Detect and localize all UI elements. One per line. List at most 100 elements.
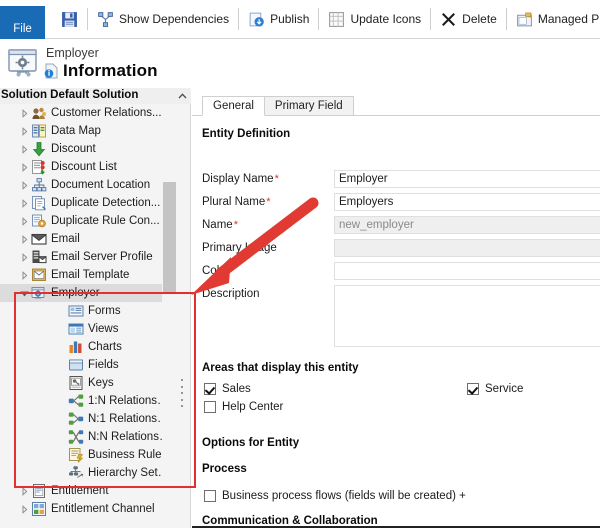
name-label: Name*: [202, 219, 238, 231]
publish-label: Publish: [270, 12, 310, 26]
description-textarea[interactable]: [334, 285, 600, 347]
hierarchy-settings-icon: [68, 465, 84, 481]
tree-item-entitlement-channel[interactable]: Entitlement Channel: [0, 500, 176, 518]
checkbox-sales[interactable]: Sales: [204, 383, 251, 395]
entity-window-icon: [8, 48, 39, 77]
tree-item-label: Email Server Profile: [51, 251, 153, 263]
form-tabstrip: General Primary Field: [192, 95, 600, 116]
many-to-one-icon: [68, 411, 84, 427]
expand-arrow-icon[interactable]: [17, 289, 31, 298]
collapse-arrow-icon[interactable]: [17, 126, 31, 136]
delete-label: Delete: [462, 12, 497, 26]
checkbox-service[interactable]: Service: [467, 383, 523, 395]
tree-item-label: Duplicate Rule Con...: [51, 215, 160, 227]
tree-item-hierarchy-setti[interactable]: Hierarchy Setti...: [0, 464, 176, 482]
show-dependencies-button[interactable]: Show Dependencies: [88, 0, 238, 39]
collapse-arrow-icon[interactable]: [17, 252, 31, 262]
help-center-checkbox[interactable]: [204, 401, 216, 413]
tree-item-label: 1:N Relationships: [88, 395, 172, 407]
display-name-input[interactable]: Employer: [334, 170, 600, 188]
collapse-arrow-icon[interactable]: [17, 162, 31, 172]
update-icons-button[interactable]: Update Icons: [319, 0, 430, 39]
sales-checkbox[interactable]: [204, 383, 216, 395]
tree-item-duplicate-detection[interactable]: Duplicate Detection...: [0, 194, 176, 212]
tab-primary-field[interactable]: Primary Field: [263, 96, 354, 116]
tree-item-n-1-relationships[interactable]: N:1 Relationships: [0, 410, 176, 428]
collapse-arrow-icon[interactable]: [17, 270, 31, 280]
save-button[interactable]: [45, 0, 87, 39]
required-asterisk: *: [266, 196, 271, 208]
file-tab[interactable]: File: [0, 5, 45, 39]
plural-name-input[interactable]: Employers: [334, 193, 600, 211]
collapse-arrow-icon[interactable]: [17, 180, 31, 190]
collapse-arrow-icon[interactable]: [17, 234, 31, 244]
tree-item-label: Email Template: [51, 269, 130, 281]
tree-item-customer-relations[interactable]: Customer Relations...: [0, 104, 176, 122]
document-location-icon: [31, 177, 47, 193]
tree-item-data-map[interactable]: Data Map: [0, 122, 176, 140]
color-label: Color: [202, 265, 230, 277]
collapse-arrow-icon[interactable]: [17, 486, 31, 496]
checkbox-help-center[interactable]: Help Center: [204, 401, 283, 413]
tree-item-label: Document Location: [51, 179, 151, 191]
tree-item-email-server-profile[interactable]: Email Server Profile: [0, 248, 176, 266]
collapse-arrow-icon[interactable]: [17, 198, 31, 208]
publish-icon: [248, 11, 265, 28]
help-center-label: Help Center: [222, 401, 284, 413]
primary-image-select[interactable]: [334, 239, 600, 257]
collapse-arrow-icon[interactable]: [17, 504, 31, 514]
managed-properties-button[interactable]: Managed Pro: [507, 0, 600, 39]
tree-item-keys[interactable]: Keys: [0, 374, 176, 392]
primary-image-label: Primary Image: [202, 242, 277, 254]
panel-splitter-handle[interactable]: [179, 379, 185, 407]
tree-item-fields[interactable]: Fields: [0, 356, 176, 374]
color-input[interactable]: [334, 262, 600, 280]
service-checkbox[interactable]: [467, 383, 479, 395]
tree-item-label: Entitlement Channel: [51, 503, 155, 515]
display-name-label: Display Name*: [202, 173, 279, 185]
tree-scroll-up-button[interactable]: [176, 90, 189, 103]
collapse-arrow-icon[interactable]: [17, 108, 31, 118]
tree-item-charts[interactable]: Charts: [0, 338, 176, 356]
tree-item-label: Hierarchy Setti...: [88, 467, 172, 479]
collapse-arrow-icon[interactable]: [17, 216, 31, 226]
tree-item-discount-list[interactable]: Discount List: [0, 158, 176, 176]
business-process-flows-checkbox[interactable]: [204, 490, 216, 502]
collapse-arrow-icon[interactable]: [17, 144, 31, 154]
publish-button[interactable]: Publish: [239, 0, 318, 39]
tree-item-views[interactable]: Views: [0, 320, 176, 338]
delete-button[interactable]: Delete: [431, 0, 506, 39]
tree-item-n-n-relationshi[interactable]: N:N Relationshi...: [0, 428, 176, 446]
tree-item-entitlement[interactable]: Entitlement: [0, 482, 176, 500]
tree-item-label: Fields: [88, 359, 119, 371]
tree-item-employer[interactable]: Employer: [0, 284, 176, 302]
checkbox-business-process-flows[interactable]: Business process flows (fields will be c…: [204, 490, 466, 502]
entity-definition-heading: Entity Definition: [202, 128, 291, 140]
one-to-many-icon: [68, 393, 84, 409]
entity-tree: Customer Relations... Data Map Discount Dis…: [0, 104, 176, 518]
service-label: Service: [485, 383, 524, 395]
tree-item-label: Entitlement: [51, 485, 109, 497]
email-template-icon: [31, 267, 47, 283]
tree-scrollbar-track[interactable]: [162, 104, 176, 528]
tree-item-document-location[interactable]: Document Location: [0, 176, 176, 194]
managed-properties-icon: [516, 11, 533, 28]
tree-scrollbar-thumb[interactable]: [163, 182, 176, 292]
customer-relationship-icon: [31, 105, 47, 121]
tree-item-label: Customer Relations...: [51, 107, 162, 119]
tree-item-email[interactable]: Email: [0, 230, 176, 248]
name-input[interactable]: new_employer: [334, 216, 600, 234]
tab-general[interactable]: General: [202, 96, 265, 116]
tree-item-duplicate-rule-con[interactable]: Duplicate Rule Con...: [0, 212, 176, 230]
tree-item-forms[interactable]: Forms: [0, 302, 176, 320]
email-server-profile-icon: [31, 249, 47, 265]
tree-item-1-n-relationships[interactable]: 1:N Relationships: [0, 392, 176, 410]
tree-item-discount[interactable]: Discount: [0, 140, 176, 158]
views-icon: [68, 321, 84, 337]
entity-name-label: Employer: [46, 46, 99, 60]
tree-item-business-rules[interactable]: Business Rules: [0, 446, 176, 464]
many-to-many-icon: [68, 429, 84, 445]
tree-item-email-template[interactable]: Email Template: [0, 266, 176, 284]
forms-icon: [68, 303, 84, 319]
tree-item-label: Keys: [88, 377, 114, 389]
